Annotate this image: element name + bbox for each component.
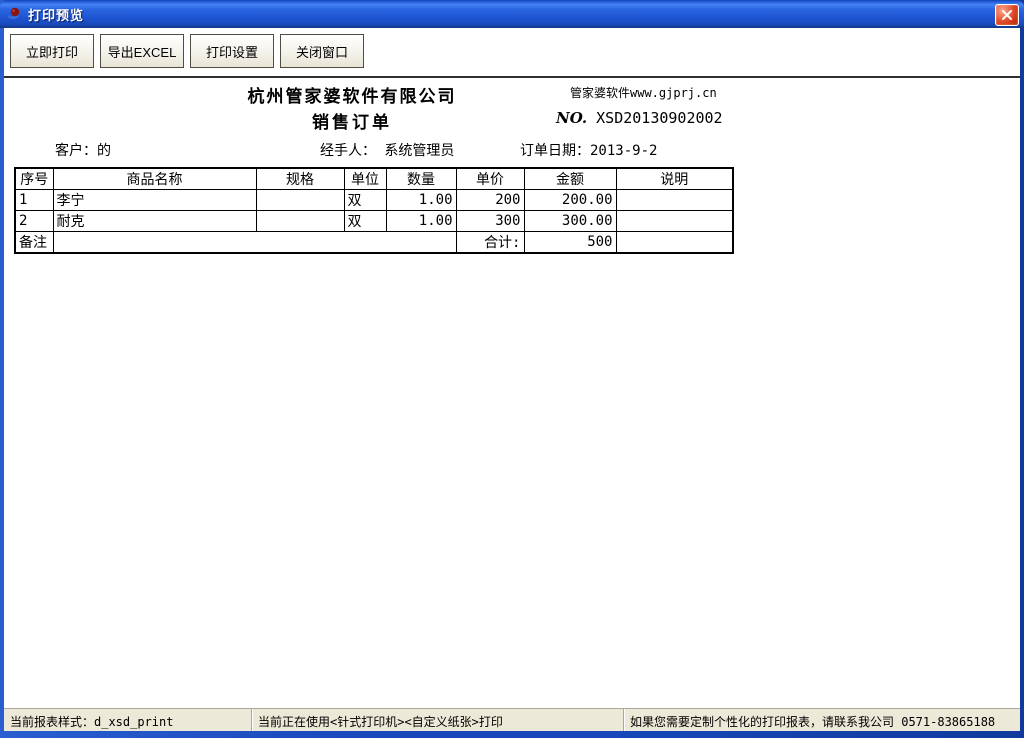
table-cell [616,211,733,232]
table-cell: 300.00 [524,211,616,232]
customer-field: 客户：的 [55,140,111,160]
print-settings-button[interactable]: 打印设置 [190,34,274,68]
order-number-value: XSD20130902002 [596,109,722,127]
status-contact-info: 如果您需要定制个性化的打印报表，请联系我公司 0571-83865188 [624,709,1020,731]
table-footer-row: 备注 合计:500 [15,232,733,254]
print-preview-page: 杭州管家婆软件有限公司 管家婆软件www.gjprj.cn 销售订单 NO. X… [4,78,1020,708]
table-row: 1李宁 双1.00200200.00 [15,190,733,211]
table-header-cell: 金额 [524,168,616,190]
order-number: NO. XSD20130902002 [556,109,723,127]
order-number-label: NO. [556,109,587,127]
table-cell [256,190,344,211]
toolbar: 立即打印 导出EXCEL 打印设置 关闭窗口 [4,28,1020,76]
order-table: 序号商品名称规格单位数量单价金额说明 1李宁双1.00200200.002耐克双… [14,167,734,254]
table-header-cell: 数量 [386,168,456,190]
handler-field: 经手人： 系统管理员 [320,140,454,160]
statusbar: 当前报表样式：d_xsd_print 当前正在使用<针式打印机><自定义纸张>打… [4,708,1020,731]
table-header-cell: 单价 [456,168,524,190]
status-printer-info: 当前正在使用<针式打印机><自定义纸张>打印 [252,709,624,731]
table-cell [256,211,344,232]
table-header-cell: 说明 [616,168,733,190]
table-cell: 1 [15,190,53,211]
order-date-field: 订单日期：2013-9-2 [520,140,657,160]
remark-label-cell: 备注 [15,232,53,254]
table-cell: 双 [344,211,386,232]
table-body: 1李宁双1.00200200.002耐克双1.00300300.00备注合计:5… [15,190,733,254]
window-title: 打印预览 [28,5,84,24]
status-report-style: 当前报表样式：d_xsd_print [4,709,252,731]
table-header-cell: 商品名称 [53,168,256,190]
table-cell: 李宁 [53,190,256,211]
table-header-cell: 序号 [15,168,53,190]
table-header-cell: 单位 [344,168,386,190]
close-window-button[interactable]: 关闭窗口 [280,34,364,68]
table-cell: 200 [456,190,524,211]
app-icon [7,6,23,22]
table-cell: 300 [456,211,524,232]
table-cell: 1.00 [386,211,456,232]
print-now-button[interactable]: 立即打印 [10,34,94,68]
client-area: 立即打印 导出EXCEL 打印设置 关闭窗口 杭州管家婆软件有限公司 管家婆软件… [4,28,1020,731]
titlebar[interactable]: 打印预览 [0,0,1024,28]
table-cell: 1.00 [386,190,456,211]
export-excel-button[interactable]: 导出EXCEL [100,34,184,68]
table-header-row: 序号商品名称规格单位数量单价金额说明 [15,168,733,190]
close-icon [1002,10,1012,20]
table-header-cell: 规格 [256,168,344,190]
vendor-website: 管家婆软件www.gjprj.cn [570,84,717,101]
table-cell: 双 [344,190,386,211]
table-cell: 2 [15,211,53,232]
print-preview-window: 打印预览 立即打印 导出EXCEL 打印设置 关闭窗口 杭州管家婆软件有限公司 … [0,0,1024,738]
total-label-cell: 合计: [456,232,524,254]
total-value-cell: 500 [524,232,616,254]
footer-note-cell [616,232,733,254]
table-cell: 200.00 [524,190,616,211]
remark-value-cell [53,232,456,254]
close-button[interactable] [995,4,1019,26]
table-cell: 耐克 [53,211,256,232]
table-cell [616,190,733,211]
table-row: 2耐克 双1.00300300.00 [15,211,733,232]
